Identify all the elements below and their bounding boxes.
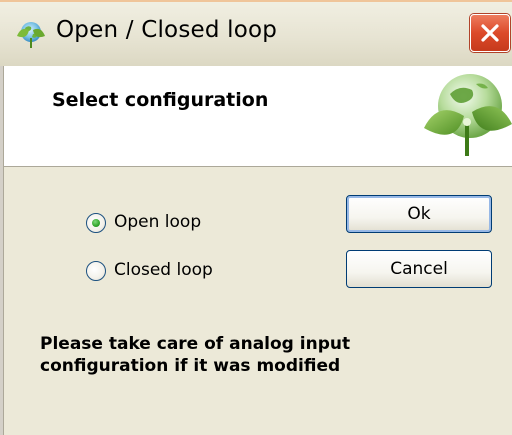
message-line-1: Please take care of analog input <box>40 334 351 354</box>
dialog-header: Select configuration <box>0 66 512 167</box>
dialog-window: Open / Closed loop Select configuration <box>0 0 512 435</box>
close-button[interactable] <box>470 14 510 52</box>
leaf-globe-icon <box>17 22 45 48</box>
radio-label-open-loop[interactable]: Open loop <box>114 212 201 232</box>
radio-button-selected[interactable] <box>86 213 106 233</box>
radio-label-closed-loop[interactable]: Closed loop <box>114 260 213 280</box>
window-title: Open / Closed loop <box>56 17 278 43</box>
message-line-2: configuration if it was modified <box>40 356 341 376</box>
window-frame <box>0 66 4 435</box>
globe-leaves-logo <box>424 74 512 156</box>
radio-selected-dot <box>92 219 100 227</box>
radio-button-unselected[interactable] <box>86 261 106 281</box>
close-icon <box>481 24 499 42</box>
header-title: Select configuration <box>52 89 269 111</box>
ok-button[interactable]: Ok <box>346 195 492 233</box>
title-bar[interactable]: Open / Closed loop <box>0 0 512 66</box>
cancel-button[interactable]: Cancel <box>346 250 492 288</box>
warning-message: Please take care of analog input configu… <box>40 333 500 377</box>
